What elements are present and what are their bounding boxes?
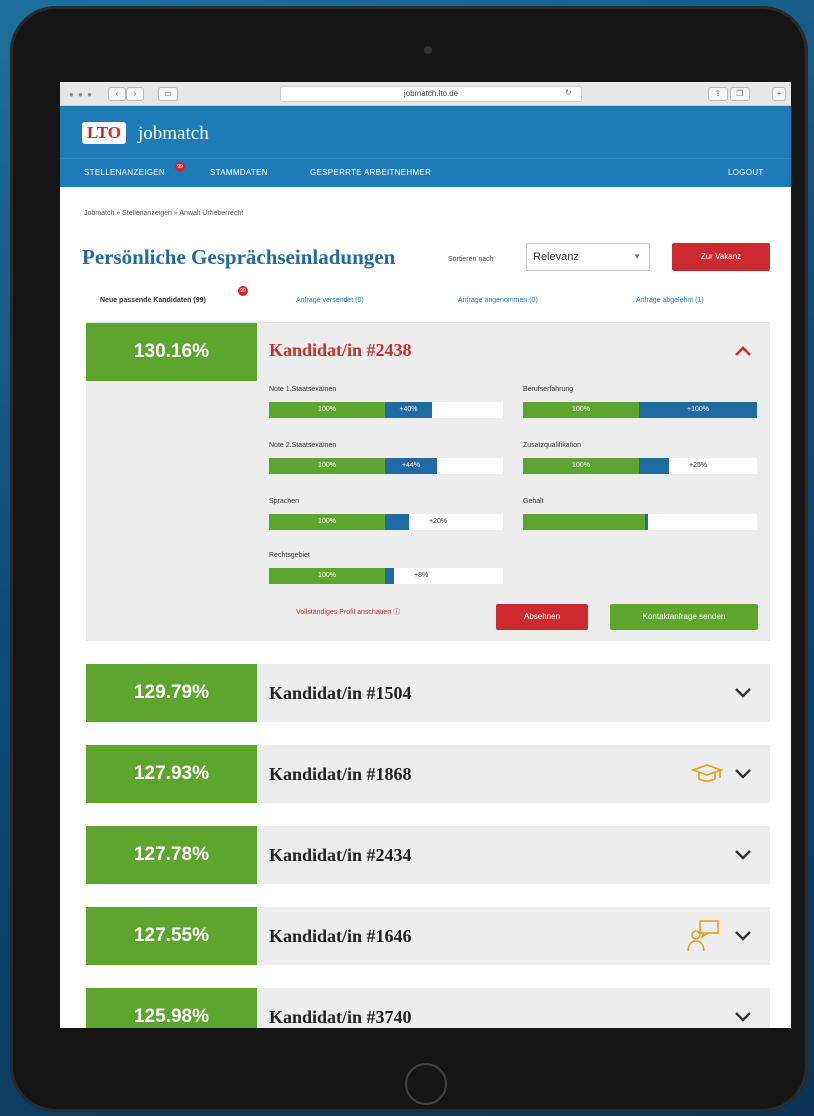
match-score: 129.79% bbox=[86, 664, 257, 722]
chevron-down-icon[interactable] bbox=[734, 765, 752, 783]
base-fill: 100% bbox=[269, 568, 385, 584]
share-icon[interactable]: ⇪ bbox=[708, 87, 728, 101]
extra-fill: +44% bbox=[385, 458, 437, 474]
base-fill bbox=[523, 514, 645, 530]
sort-value: Relevanz bbox=[533, 251, 579, 263]
extra-value: +20% bbox=[429, 518, 448, 525]
candidate-title[interactable]: Kandidat/in #2434 bbox=[269, 845, 412, 866]
candidate-title[interactable]: Kandidat/in #2438 bbox=[269, 340, 412, 361]
tabs-icon[interactable]: ❐ bbox=[730, 87, 750, 101]
chevron-up-icon[interactable] bbox=[734, 342, 752, 360]
match-score: 127.93% bbox=[86, 745, 257, 803]
tab-new-candidates[interactable]: Neue passende Kandidaten (99) bbox=[100, 297, 206, 304]
criterion-bar: 100% +20% bbox=[269, 514, 503, 530]
reload-icon[interactable]: ↻ bbox=[565, 88, 572, 97]
back-button[interactable]: ‹ bbox=[108, 87, 126, 101]
tablet-frame: ● ● ● ‹ › ▭ jobmatch.lto.de ↻ ⇪ ❐ + LTO … bbox=[10, 6, 808, 1112]
window-controls[interactable]: ● ● ● bbox=[69, 90, 93, 99]
browser-toolbar: ● ● ● ‹ › ▭ jobmatch.lto.de ↻ ⇪ ❐ + bbox=[60, 82, 791, 106]
sidebar-icon[interactable]: ▭ bbox=[158, 87, 178, 101]
base-fill: 100% bbox=[523, 458, 639, 474]
page-title: Persönliche Gesprächseinladungen bbox=[82, 245, 396, 269]
chevron-down-icon[interactable] bbox=[734, 1008, 752, 1026]
criterion-label: Rechtsgebiet bbox=[269, 552, 310, 559]
chevron-down-icon[interactable] bbox=[734, 846, 752, 864]
fill-marker bbox=[645, 514, 648, 530]
candidate-card[interactable]: 127.55% Kandidat/in #1646 bbox=[86, 907, 770, 965]
nav-gesperrte-arbeitnehmer[interactable]: GESPERRTE ARBEITNEHMER bbox=[310, 168, 431, 177]
full-profile-link[interactable]: Vollständiges Profil anschauen ⓘ bbox=[296, 607, 400, 617]
criterion-label: Note 1.Staatsexamen bbox=[269, 386, 337, 393]
criterion-label: Note 2.Staatsexamen bbox=[269, 442, 337, 449]
breadcrumb[interactable]: Jobmatch » Stellenanzeigen » Anwalt Urhe… bbox=[84, 210, 243, 217]
app-name: jobmatch bbox=[138, 123, 209, 144]
lto-logo[interactable]: LTO bbox=[82, 122, 127, 144]
base-fill: 100% bbox=[269, 458, 385, 474]
chevron-down-icon[interactable] bbox=[734, 684, 752, 702]
sort-select[interactable]: Relevanz ▼ bbox=[526, 243, 650, 271]
logout-link[interactable]: LOGOUT bbox=[728, 168, 764, 177]
match-score: 127.55% bbox=[86, 907, 257, 965]
camera bbox=[424, 46, 432, 54]
candidate-card[interactable]: 127.93% Kandidat/in #1868 bbox=[86, 745, 770, 803]
match-score: 130.16% bbox=[86, 323, 257, 381]
vacancy-button[interactable]: Zur Vakanz bbox=[672, 243, 770, 271]
match-score: 127.78% bbox=[86, 826, 257, 884]
app-header: LTO jobmatch bbox=[60, 106, 791, 158]
full-profile-label: Vollständiges Profil anschauen bbox=[296, 609, 392, 616]
criterion-label: Sprachen bbox=[269, 498, 299, 505]
nav-stammdaten[interactable]: STAMMDATEN bbox=[210, 168, 268, 177]
extra-fill bbox=[639, 458, 669, 474]
extra-fill bbox=[385, 514, 409, 530]
tab-request-sent[interactable]: Anfrage versendet (0) bbox=[296, 297, 364, 304]
candidate-tabs: Neue passende Kandidaten (99) 99 Anfrage… bbox=[86, 282, 770, 323]
main-nav: STELLENANZEIGEN 99 STAMMDATEN GESPERRTE … bbox=[60, 158, 791, 187]
candidate-card[interactable]: 125.98% Kandidat/in #3740 bbox=[86, 988, 770, 1028]
forward-button[interactable]: › bbox=[126, 87, 144, 101]
criterion-bar: 100% +100% bbox=[523, 402, 757, 418]
criterion-bar: 100% +8% bbox=[269, 568, 503, 584]
extra-fill bbox=[385, 568, 394, 584]
speech-person-icon bbox=[687, 920, 719, 952]
nav-badge: 99 bbox=[175, 162, 185, 172]
criterion-label: Zusatzqualifikation bbox=[523, 442, 581, 449]
base-fill: 100% bbox=[523, 402, 639, 418]
base-fill: 100% bbox=[269, 514, 385, 530]
candidate-card-expanded: 130.16% Kandidat/in #2438 Note 1.Staatse… bbox=[86, 323, 770, 641]
new-tab-icon[interactable]: + bbox=[772, 87, 786, 101]
graduation-cap-icon bbox=[690, 764, 724, 782]
candidate-title[interactable]: Kandidat/in #3740 bbox=[269, 1007, 412, 1028]
tab-request-accepted[interactable]: Anfrage angenommen (0) bbox=[458, 297, 538, 304]
criterion-bar: 100% +40% bbox=[269, 402, 503, 418]
chevron-down-icon[interactable] bbox=[734, 927, 752, 945]
nav-stellenanzeigen[interactable]: STELLENANZEIGEN bbox=[84, 168, 165, 177]
criterion-label: Gehalt bbox=[523, 498, 544, 505]
candidate-title[interactable]: Kandidat/in #1504 bbox=[269, 683, 412, 704]
reject-button[interactable]: Absehnen bbox=[496, 604, 588, 630]
criterion-label: Berufserfahrung bbox=[523, 386, 574, 393]
contact-request-button[interactable]: Kontaktanfrage senden bbox=[610, 604, 758, 630]
tab-request-declined[interactable]: Anfrage abgelehnt (1) bbox=[636, 297, 704, 304]
candidate-title[interactable]: Kandidat/in #1868 bbox=[269, 764, 412, 785]
sort-label: Sortieren nach bbox=[448, 256, 494, 263]
criterion-bar: 100% +25% bbox=[523, 458, 757, 474]
base-fill: 100% bbox=[269, 402, 385, 418]
candidate-title[interactable]: Kandidat/in #1646 bbox=[269, 926, 412, 947]
chevron-down-icon: ▼ bbox=[633, 252, 641, 261]
tab-badge: 99 bbox=[238, 286, 248, 296]
extra-value: +8% bbox=[414, 572, 429, 579]
criterion-bar bbox=[523, 514, 757, 530]
screen: ● ● ● ‹ › ▭ jobmatch.lto.de ↻ ⇪ ❐ + LTO … bbox=[60, 82, 791, 1028]
criterion-bar: 100% +44% bbox=[269, 458, 503, 474]
url-text: jobmatch.lto.de bbox=[403, 89, 459, 98]
candidate-card[interactable]: 127.78% Kandidat/in #2434 bbox=[86, 826, 770, 884]
address-bar[interactable]: jobmatch.lto.de bbox=[280, 86, 582, 102]
extra-fill: +100% bbox=[639, 402, 757, 418]
extra-value: +25% bbox=[689, 462, 708, 469]
extra-fill: +40% bbox=[385, 402, 432, 418]
candidate-card[interactable]: 129.79% Kandidat/in #1504 bbox=[86, 664, 770, 722]
match-score: 125.98% bbox=[86, 988, 257, 1028]
home-button[interactable] bbox=[405, 1063, 447, 1105]
info-icon: ⓘ bbox=[393, 609, 401, 616]
